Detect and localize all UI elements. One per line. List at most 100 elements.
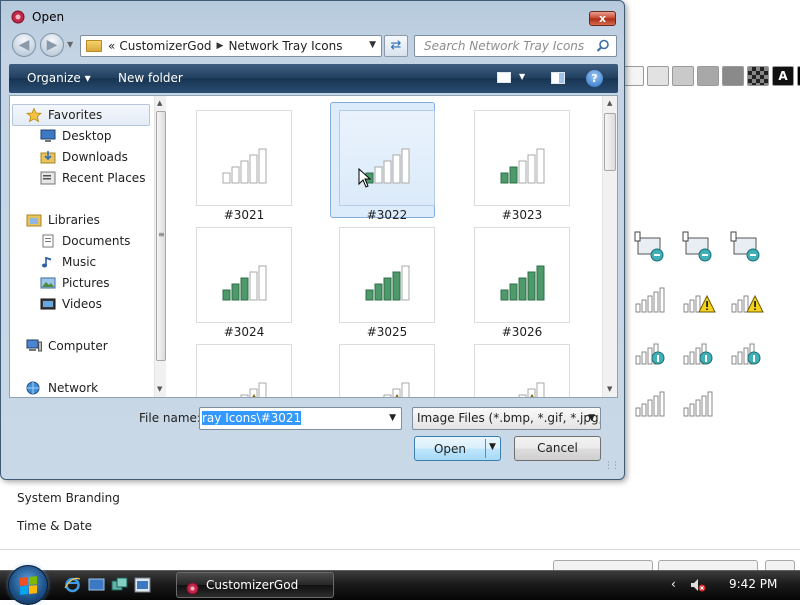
network-computer-icon[interactable] [680,230,716,264]
cancel-button[interactable]: Cancel [514,436,601,461]
color-swatch[interactable] [647,66,669,86]
open-button[interactable]: Open ▼ [414,436,501,461]
nav-item-network[interactable]: Network [26,379,98,397]
signal-info-icon[interactable] [680,334,716,368]
file-thumbnail [339,344,435,397]
back-button[interactable]: ◀ [12,33,36,57]
signal-warning-icon[interactable] [728,282,764,316]
signal-bar [365,289,374,301]
file-type-select[interactable]: Image Files (*.bmp, *.gif, *.jpg, ▼ [412,407,601,430]
organize-menu-button[interactable]: Organize ▾ [27,71,91,85]
breadcrumb-chevron-icon[interactable]: ▶ [217,41,224,51]
nav-item-pictures[interactable]: Pictures [40,274,110,292]
nav-item-recent-places[interactable]: Recent Places [40,169,145,187]
change-view-icon[interactable] [497,72,511,83]
refresh-button[interactable]: ⇄ [384,35,408,57]
dialog-title: Open [32,10,65,24]
color-swatch[interactable] [622,66,644,86]
nav-item-documents[interactable]: Documents [40,232,130,250]
recent-locations-dropdown-icon[interactable]: ▼ [67,40,73,49]
network-computer-icon[interactable] [728,230,764,264]
nav-item-desktop[interactable]: Desktop [40,127,112,145]
signal-strength-icon [365,265,410,301]
nav-item-downloads[interactable]: Downloads [40,148,128,166]
show-hidden-icons-arrow[interactable]: ‹ [671,577,676,591]
signal-bar [383,277,392,301]
switch-windows-icon[interactable] [111,577,128,593]
taskbar-app-customizergod[interactable]: CustomizerGod [176,572,334,598]
file-item[interactable]: #3026 [466,220,570,339]
file-item[interactable]: #3024 [188,220,292,339]
open-options-dropdown-icon[interactable]: ▼ [489,442,496,452]
address-dropdown-icon[interactable]: ▼ [369,40,376,50]
signal-bars-icon[interactable] [632,386,668,420]
close-button[interactable]: x [589,11,616,26]
navigation-scrollbar[interactable]: ▲ ≡ ▼ [154,96,166,397]
color-swatch[interactable] [747,66,769,86]
signal-bar [401,148,410,184]
start-button[interactable] [8,565,48,605]
signal-warning-icon[interactable] [680,282,716,316]
signal-info-icon[interactable] [632,334,668,368]
category-system-branding[interactable]: System Branding [0,484,800,512]
file-item[interactable]: #3021 [188,103,292,222]
preview-pane-icon[interactable] [551,72,565,84]
signal-bar [401,382,410,397]
volume-muted-icon[interactable] [690,577,706,593]
nav-item-music[interactable]: Music [40,253,96,271]
search-icon[interactable] [596,39,610,53]
dialog-titlebar[interactable]: Open x [1,1,624,31]
nav-item-libraries[interactable]: Libraries [26,211,100,229]
file-list-scrollbar[interactable]: ▲ ▼ [602,96,617,397]
signal-bars-icon[interactable] [680,386,716,420]
nav-label: Music [62,255,97,269]
breadcrumb-network-tray-icons[interactable]: Network Tray Icons [228,39,342,53]
nav-item-favorites[interactable]: Favorites [25,106,102,124]
background-icon-grid [632,230,776,420]
nav-item-videos[interactable]: Videos [40,295,102,313]
forward-button[interactable]: ▶ [40,33,64,57]
file-item[interactable] [188,337,292,397]
address-bar[interactable]: « CustomizerGod ▶ Network Tray Icons ▼ [80,35,382,57]
show-desktop-icon[interactable] [88,577,105,593]
new-folder-button[interactable]: New folder [118,71,183,85]
file-name-input[interactable]: ray Icons\#3021 ▼ [199,407,402,430]
file-item[interactable]: #3025 [331,220,435,339]
signal-warning-icon [383,382,410,397]
scroll-down-arrow-icon[interactable]: ▼ [157,385,162,393]
color-swatch-text[interactable]: A [772,66,794,86]
signal-bar [231,166,240,184]
internet-explorer-icon[interactable] [64,577,81,593]
file-item[interactable] [466,337,570,397]
resize-grip-icon[interactable]: ⋮⋮ [604,461,620,471]
color-swatch[interactable] [722,66,744,86]
search-input[interactable]: Search Network Tray Icons [414,35,617,57]
signal-info-icon[interactable] [728,334,764,368]
signal-warning-icon [240,382,267,397]
customizergod-quicklaunch-icon[interactable] [134,577,151,593]
nav-item-computer[interactable]: Computer [26,337,108,355]
file-item[interactable] [331,337,435,397]
file-type-dropdown-icon[interactable]: ▼ [588,408,595,429]
help-icon[interactable]: ? [586,70,603,87]
signal-bars-icon[interactable] [632,282,668,316]
scroll-down-arrow-icon[interactable]: ▼ [607,385,612,393]
file-type-value: Image Files (*.bmp, *.gif, *.jpg, [417,411,601,425]
file-item[interactable]: #3022 [330,102,435,222]
view-dropdown-icon[interactable]: ▼ [519,72,525,81]
breadcrumb-customizergod[interactable]: CustomizerGod [119,39,211,53]
file-item[interactable]: #3023 [466,103,570,222]
file-name-dropdown-icon[interactable]: ▼ [389,408,396,429]
network-computer-icon[interactable] [632,230,668,264]
signal-strength-icon [222,265,267,301]
scroll-up-arrow-icon[interactable]: ▲ [607,99,612,107]
downloads-folder-icon [40,150,56,164]
color-swatch[interactable] [672,66,694,86]
scrollbar-thumb[interactable] [604,113,616,171]
scrollbar-grip-icon: ≡ [158,230,165,239]
signal-bar [536,265,545,301]
scroll-up-arrow-icon[interactable]: ▲ [157,99,162,107]
category-time-date[interactable]: Time & Date [0,512,800,540]
color-swatch[interactable] [697,66,719,86]
breadcrumb-overflow[interactable]: « [108,39,115,53]
